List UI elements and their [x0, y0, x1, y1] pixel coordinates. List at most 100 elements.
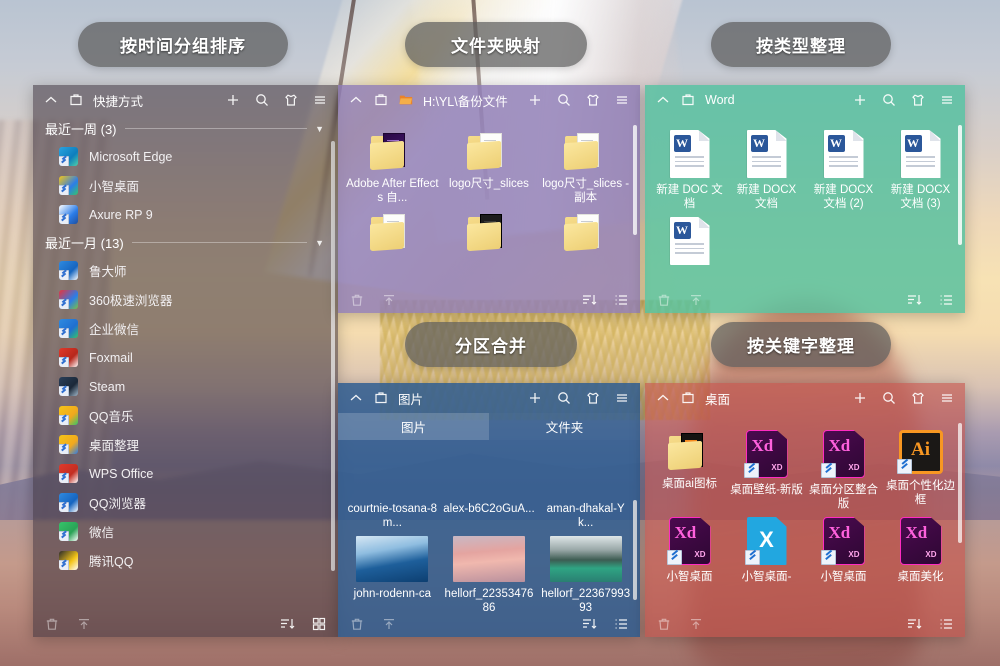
- shortcut-group-header[interactable]: 最近一周 (3) ▼: [33, 115, 338, 142]
- plus-icon[interactable]: [852, 92, 868, 108]
- trash-icon[interactable]: [349, 616, 365, 632]
- file-item[interactable]: Xd XD 桌面分区整合版: [805, 427, 882, 514]
- file-item[interactable]: W 新建 DOCX 文档: [728, 127, 805, 214]
- vertical-scrollbar[interactable]: [958, 125, 962, 245]
- chevron-down-icon[interactable]: ▼: [315, 124, 324, 134]
- list-item[interactable]: 鲁大师: [33, 256, 338, 285]
- list-view-icon[interactable]: [613, 292, 629, 308]
- panel-word[interactable]: Word W 新建 DOC 文档 W 新建 DOCX 文档 W 新建 DOCX 文档 (2…: [645, 85, 965, 313]
- file-item[interactable]: X 小智桌面-: [728, 514, 805, 587]
- pin-icon[interactable]: [373, 390, 389, 406]
- file-item[interactable]: 桌面ai图标: [651, 427, 728, 514]
- chevron-down-icon[interactable]: ▼: [315, 238, 324, 248]
- sort-icon[interactable]: [279, 616, 295, 632]
- vertical-scrollbar[interactable]: [958, 423, 962, 543]
- list-view-icon[interactable]: [938, 616, 954, 632]
- hamburger-menu-icon[interactable]: [614, 92, 630, 108]
- list-item[interactable]: 小智桌面: [33, 171, 338, 200]
- panel-desktop[interactable]: 桌面 桌面ai图标 Xd XD 桌面壁纸-新版 Xd XD 桌面分区整合版 Ai 桌面个性化边框…: [645, 383, 965, 637]
- upload-icon[interactable]: [688, 616, 704, 632]
- plus-icon[interactable]: [527, 92, 543, 108]
- shortcut-group-header[interactable]: 最近一月 (13) ▼: [33, 229, 338, 256]
- plus-icon[interactable]: [225, 92, 241, 108]
- skin-icon[interactable]: [585, 390, 601, 406]
- vertical-scrollbar[interactable]: [331, 141, 335, 571]
- hamburger-menu-icon[interactable]: [939, 92, 955, 108]
- chevron-up-icon[interactable]: [655, 92, 671, 108]
- sort-icon[interactable]: [581, 616, 597, 632]
- search-icon[interactable]: [556, 390, 572, 406]
- pin-icon[interactable]: [680, 390, 696, 406]
- list-view-icon[interactable]: [938, 292, 954, 308]
- image-item[interactable]: hellorf_2236799393: [537, 533, 634, 611]
- file-item[interactable]: Xd XD 小智桌面: [651, 514, 728, 587]
- trash-icon[interactable]: [656, 616, 672, 632]
- hamburger-menu-icon[interactable]: [614, 390, 630, 406]
- grid-view-icon[interactable]: [311, 616, 327, 632]
- chevron-up-icon[interactable]: [43, 92, 59, 108]
- vertical-scrollbar[interactable]: [633, 499, 637, 600]
- chevron-up-icon[interactable]: [655, 390, 671, 406]
- chevron-up-icon[interactable]: [348, 390, 364, 406]
- file-item[interactable]: Adobe After Effects 自...: [344, 127, 441, 208]
- file-grid[interactable]: 桌面ai图标 Xd XD 桌面壁纸-新版 Xd XD 桌面分区整合版 Ai 桌面个性化边框 Xd X…: [645, 413, 965, 587]
- sort-icon[interactable]: [906, 616, 922, 632]
- shortcut-list[interactable]: 最近一周 (3) ▼ Microsoft Edge 小智桌面 Axure RP 9 最近一…: [33, 115, 338, 575]
- file-item[interactable]: [441, 208, 538, 261]
- file-item[interactable]: W 新建 DOCX 文档 (2): [805, 127, 882, 214]
- file-item[interactable]: logo尺寸_slices - 副本: [537, 127, 634, 208]
- image-item[interactable]: john-rodenn-ca: [344, 533, 441, 611]
- list-item[interactable]: 企业微信: [33, 314, 338, 343]
- chevron-up-icon[interactable]: [348, 92, 364, 108]
- file-item[interactable]: W: [651, 214, 728, 273]
- panel-shortcuts[interactable]: 快捷方式 最近一周 (3) ▼ Microsoft Edge 小智桌面 Axure RP…: [33, 85, 338, 637]
- list-item[interactable]: Microsoft Edge: [33, 142, 338, 171]
- tab-images[interactable]: 图片: [338, 413, 489, 440]
- file-item[interactable]: logo尺寸_slices: [441, 127, 538, 208]
- skin-icon[interactable]: [283, 92, 299, 108]
- vertical-scrollbar[interactable]: [633, 125, 637, 235]
- upload-icon[interactable]: [381, 616, 397, 632]
- hamburger-menu-icon[interactable]: [939, 390, 955, 406]
- list-view-icon[interactable]: [613, 616, 629, 632]
- tab-folders[interactable]: 文件夹: [489, 413, 640, 440]
- upload-icon[interactable]: [688, 292, 704, 308]
- list-item[interactable]: WPS Office: [33, 459, 338, 488]
- sort-icon[interactable]: [581, 292, 597, 308]
- plus-icon[interactable]: [852, 390, 868, 406]
- file-item[interactable]: Xd XD 桌面壁纸-新版: [728, 427, 805, 514]
- pin-icon[interactable]: [373, 92, 389, 108]
- search-icon[interactable]: [881, 92, 897, 108]
- upload-icon[interactable]: [76, 616, 92, 632]
- list-item[interactable]: QQ音乐: [33, 401, 338, 430]
- trash-icon[interactable]: [656, 292, 672, 308]
- pin-icon[interactable]: [68, 92, 84, 108]
- plus-icon[interactable]: [527, 390, 543, 406]
- image-item[interactable]: courtnie-tosana-8m...: [344, 448, 441, 533]
- pictures-tabs[interactable]: 图片 文件夹: [338, 413, 640, 440]
- file-grid[interactable]: Adobe After Effects 自... logo尺寸_slices log…: [338, 115, 640, 261]
- image-item[interactable]: alex-b6C2oGuA...: [441, 448, 538, 533]
- file-grid[interactable]: courtnie-tosana-8m... alex-b6C2oGuA... ama…: [338, 440, 640, 611]
- panel-pictures[interactable]: 图片 图片 文件夹 courtnie-tosana-8m... alex-b6C2o…: [338, 383, 640, 637]
- skin-icon[interactable]: [585, 92, 601, 108]
- file-grid[interactable]: W 新建 DOC 文档 W 新建 DOCX 文档 W 新建 DOCX 文档 (2) W 新建 …: [645, 115, 965, 273]
- trash-icon[interactable]: [349, 292, 365, 308]
- list-item[interactable]: Foxmail: [33, 343, 338, 372]
- trash-icon[interactable]: [44, 616, 60, 632]
- file-item[interactable]: Xd XD 小智桌面: [805, 514, 882, 587]
- file-item[interactable]: [344, 208, 441, 261]
- list-item[interactable]: Steam: [33, 372, 338, 401]
- file-item[interactable]: W 新建 DOCX 文档 (3): [882, 127, 959, 214]
- upload-icon[interactable]: [381, 292, 397, 308]
- image-item[interactable]: hellorf_2235347686: [441, 533, 538, 611]
- sort-icon[interactable]: [906, 292, 922, 308]
- pin-icon[interactable]: [680, 92, 696, 108]
- file-item[interactable]: Xd XD 桌面美化: [882, 514, 959, 587]
- search-icon[interactable]: [254, 92, 270, 108]
- list-item[interactable]: 腾讯QQ: [33, 546, 338, 575]
- file-item[interactable]: W 新建 DOC 文档: [651, 127, 728, 214]
- file-item[interactable]: [537, 208, 634, 261]
- file-item[interactable]: Ai 桌面个性化边框: [882, 427, 959, 514]
- panel-folder-mapping[interactable]: H:\YL\备份文件 Adobe After Effects 自... logo尺…: [338, 85, 640, 313]
